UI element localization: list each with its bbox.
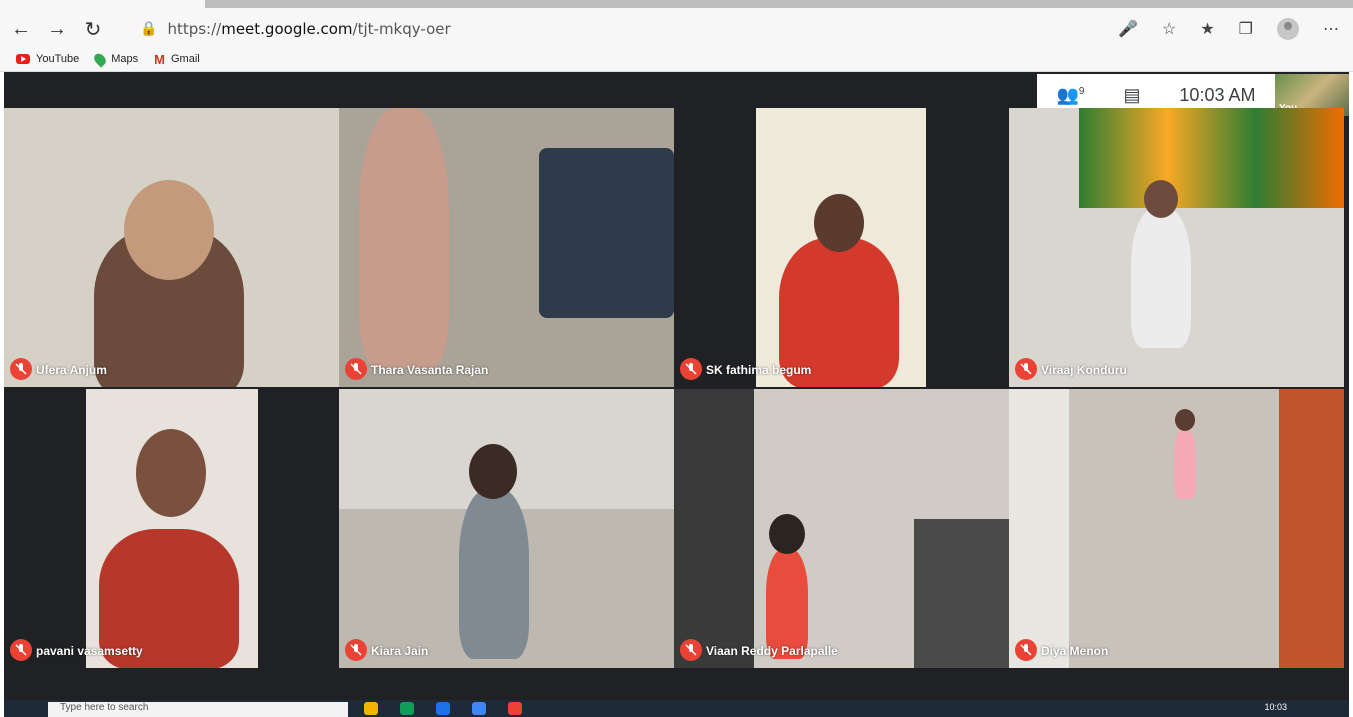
chairs [1279, 389, 1344, 668]
mic-muted-icon [1015, 639, 1037, 661]
tab-strip[interactable] [205, 0, 1353, 8]
bookmark-label: YouTube [36, 53, 80, 65]
participant-face [769, 514, 805, 554]
participant-tile[interactable]: Ufera Anjum [4, 108, 339, 387]
people-icon[interactable]: 👥9 [1056, 85, 1084, 106]
participant-grid: Ufera Anjum Thara Vasanta Rajan SK fathi… [4, 108, 1349, 668]
mic-muted-icon [10, 639, 32, 661]
participant-face [469, 444, 517, 499]
url-path: /tjt-mkqy-oer [352, 20, 451, 38]
bookmark-youtube[interactable]: YouTube [16, 53, 79, 65]
participant-name: pavani vasamsetty [36, 644, 143, 658]
participant-face [1175, 409, 1195, 431]
dropbox-icon[interactable] [436, 702, 450, 715]
taskbar-search[interactable]: Type here to search [48, 702, 348, 717]
youtube-icon [16, 54, 30, 64]
app-icon[interactable] [472, 702, 486, 715]
participant-face [814, 194, 864, 252]
url-prefix: https:// [167, 20, 222, 38]
profile-avatar[interactable] [1277, 18, 1299, 40]
refresh-icon[interactable]: ↻ [78, 14, 108, 44]
url-host: meet.google.com [221, 20, 353, 38]
participant-name: Kiara Jain [371, 644, 429, 658]
participant-tile[interactable]: SK fathima begum [674, 108, 1009, 387]
bookmark-gmail[interactable]: M Gmail [154, 52, 200, 67]
collections-icon[interactable]: ❐ [1239, 19, 1253, 39]
participant-tile[interactable]: Viaan Reddy Parlapalle [674, 389, 1009, 668]
participant-tile[interactable]: pavani vasamsetty [4, 389, 339, 668]
forward-icon[interactable]: → [42, 14, 72, 44]
microphone-icon[interactable]: 🎤 [1118, 19, 1138, 39]
maps-icon [92, 50, 109, 68]
participant-video [1174, 429, 1196, 499]
participant-tile[interactable]: Thara Vasanta Rajan [339, 108, 674, 387]
browser-chrome: ← → ↻ 🔒 https://meet.google.com/tjt-mkqy… [0, 0, 1353, 72]
mic-muted-icon [1015, 358, 1037, 380]
browser-toolbar: ← → ↻ 🔒 https://meet.google.com/tjt-mkqy… [0, 10, 1353, 48]
browser-actions: 🎤 ☆ ★ ❐ ⋯ [1118, 14, 1339, 44]
taskbar-apps [364, 702, 522, 715]
app-icon[interactable] [508, 702, 522, 715]
participant-tile[interactable]: Diya Menon [1009, 389, 1344, 668]
participant-name: Ufera Anjum [36, 363, 107, 377]
address-bar[interactable]: 🔒 https://meet.google.com/tjt-mkqy-oer [140, 14, 1110, 44]
participant-video [766, 549, 808, 659]
mic-muted-icon [680, 639, 702, 661]
mic-muted-icon [345, 358, 367, 380]
bookmarks-bar: YouTube Maps M Gmail [0, 48, 200, 70]
back-icon[interactable]: ← [6, 14, 36, 44]
lattice [1009, 389, 1069, 668]
door [674, 389, 754, 668]
participant-name: Viraaj Konduru [1041, 363, 1127, 377]
edge-icon[interactable] [400, 702, 414, 715]
chat-icon[interactable]: ▤ [1123, 85, 1140, 106]
lock-icon: 🔒 [140, 21, 158, 37]
more-icon[interactable]: ⋯ [1323, 19, 1339, 39]
star-icon[interactable]: ☆ [1162, 19, 1176, 39]
participant-name: Diya Menon [1041, 644, 1109, 658]
participants-count: 9 [1078, 85, 1085, 97]
mic-muted-icon [10, 358, 32, 380]
folder-icon[interactable] [364, 702, 378, 715]
participant-name: Thara Vasanta Rajan [371, 363, 489, 377]
meeting-time: 10:03 AM [1179, 84, 1256, 105]
meet-window: 👥9 ▤ 10:03 AM You … Ufera Anjum Thara Va… [4, 72, 1349, 700]
participant-face [124, 180, 214, 280]
participant-tile[interactable]: Kiara Jain [339, 389, 674, 668]
participant-video [359, 108, 449, 368]
gmail-icon: M [154, 51, 165, 67]
bookmark-label: Gmail [170, 53, 200, 65]
participant-video [1131, 208, 1191, 348]
participant-tile[interactable]: Viraaj Konduru [1009, 108, 1344, 387]
mic-muted-icon [680, 358, 702, 380]
windows-taskbar: Type here to search 10:03 [4, 700, 1349, 717]
participant-face [1144, 180, 1178, 218]
participant-name: SK fathima begum [706, 363, 812, 377]
bookmark-label: Maps [111, 53, 139, 65]
curtain [1079, 108, 1344, 208]
participant-name: Viaan Reddy Parlapalle [706, 644, 838, 658]
sofa [539, 148, 674, 318]
mic-muted-icon [345, 639, 367, 661]
participant-video [459, 489, 529, 659]
favorites-icon[interactable]: ★ [1200, 19, 1214, 39]
bookmark-maps[interactable]: Maps [92, 50, 139, 68]
fridge [914, 519, 1009, 668]
taskbar-clock: 10:03 [1264, 702, 1287, 712]
participant-face [136, 429, 206, 517]
